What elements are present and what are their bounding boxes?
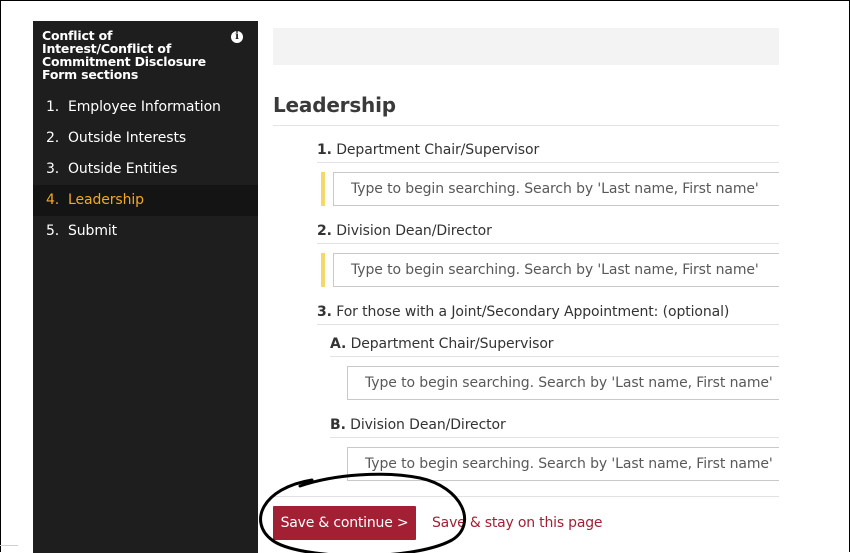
save-stay-link[interactable]: Save & stay on this page [432,506,603,540]
sidebar-item-number: 4. [46,192,60,208]
divider [317,243,779,244]
divider [330,437,779,438]
divider [330,356,779,357]
sidebar-item-label: Employee Information [68,99,221,115]
sidebar-item-outside-entities[interactable]: 3. Outside Entities [33,154,258,185]
sidebar-item-number: 1. [46,99,60,115]
sidebar-item-number: 5. [46,223,60,239]
question-number: B. [330,417,346,433]
required-marker [321,172,325,206]
divider [273,496,779,497]
sidebar-item-label: Outside Entities [68,161,178,177]
sidebar-item-submit[interactable]: 5. Submit [33,216,258,247]
question-text: Division Dean/Director [336,223,492,239]
question-number: 3. [317,304,332,320]
page-title: Leadership [273,93,396,117]
sidebar-item-outside-interests[interactable]: 2. Outside Interests [33,123,258,154]
top-bar [273,28,779,65]
search-placeholder: Type to begin searching. Search by 'Last… [365,375,773,391]
division-dean-search-input[interactable]: Type to begin searching. Search by 'Last… [333,253,779,287]
save-continue-button[interactable]: Save & continue > [273,506,416,540]
sidebar-item-number: 2. [46,130,60,146]
question-text: Department Chair/Supervisor [336,142,540,158]
divider [317,162,779,163]
question-2-label: 2. Division Dean/Director [317,223,492,239]
sidebar-title: Conflict of Interest/Conflict of Commitm… [42,28,206,82]
department-chair-search-input[interactable]: Type to begin searching. Search by 'Last… [333,172,779,206]
question-number: A. [330,336,347,352]
question-text: Department Chair/Supervisor [350,336,554,352]
question-1-label: 1. Department Chair/Supervisor [317,142,539,158]
sidebar-item-employee-information[interactable]: 1. Employee Information [33,92,258,123]
search-placeholder: Type to begin searching. Search by 'Last… [351,262,759,278]
sidebar-item-label: Leadership [68,192,144,208]
info-icon[interactable]: i [231,31,243,43]
required-marker [321,253,325,287]
sidebar: Conflict of Interest/Conflict of Commitm… [33,21,258,553]
divider [317,324,779,325]
question-number: 1. [317,142,332,158]
question-number: 2. [317,223,332,239]
sidebar-item-label: Submit [68,223,118,239]
question-text: For those with a Joint/Secondary Appoint… [336,304,730,320]
divider [0,545,18,546]
search-placeholder: Type to begin searching. Search by 'Last… [351,181,759,197]
divider [273,125,779,126]
sidebar-item-leadership[interactable]: 4. Leadership [33,185,258,216]
secondary-division-dean-search-input[interactable]: Type to begin searching. Search by 'Last… [347,447,779,481]
sidebar-nav: 1. Employee Information 2. Outside Interes… [33,92,258,247]
sidebar-item-number: 3. [46,161,60,177]
search-placeholder: Type to begin searching. Search by 'Last… [365,456,773,472]
secondary-department-chair-search-input[interactable]: Type to begin searching. Search by 'Last… [347,366,779,400]
sidebar-item-label: Outside Interests [68,130,187,146]
sub-question-b-label: B. Division Dean/Director [330,417,506,433]
question-text: Division Dean/Director [350,417,506,433]
sub-question-a-label: A. Department Chair/Supervisor [330,336,554,352]
question-3-label: 3. For those with a Joint/Secondary Appo… [317,304,729,320]
